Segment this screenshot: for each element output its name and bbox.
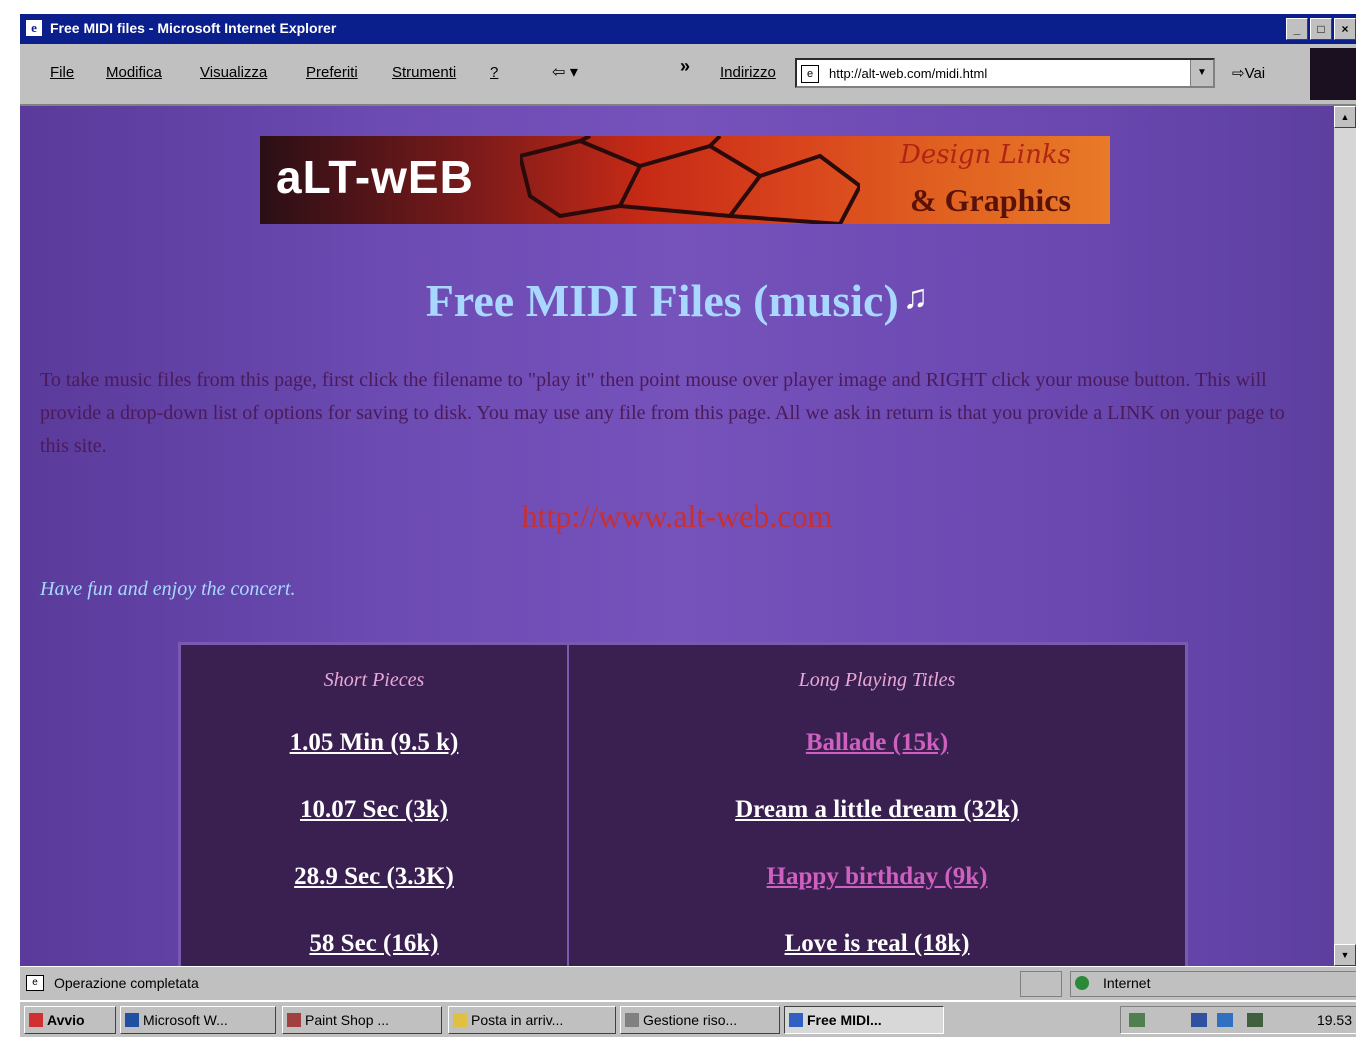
task-paint-shop[interactable]: Paint Shop ...	[282, 1006, 442, 1034]
midi-link-love[interactable]: Love is real (18k)	[569, 930, 1185, 958]
zone-text: Internet	[1103, 975, 1151, 991]
midi-link-short-4[interactable]: 58 Sec (16k)	[181, 930, 567, 958]
midi-link-short-3[interactable]: 28.9 Sec (3.3K)	[181, 863, 567, 891]
intro-paragraph: To take music files from this page, firs…	[40, 369, 1285, 457]
address-label: Indirizzo	[720, 64, 776, 81]
status-text: Operazione completata	[54, 975, 199, 991]
resource-icon	[625, 1013, 639, 1027]
midi-link-birthday[interactable]: Happy birthday (9k)	[569, 863, 1185, 891]
word-icon	[125, 1013, 139, 1027]
midi-link-short-2[interactable]: 10.07 Sec (3k)	[181, 796, 567, 824]
music-note-icon: ♫	[902, 279, 929, 316]
midi-link-ballade[interactable]: Ballade (15k)	[569, 729, 1185, 757]
address-dropdown-icon[interactable]: ▼	[1190, 60, 1213, 86]
menu-modifica[interactable]: Modifica	[106, 64, 162, 81]
page-heading: Free MIDI Files (music) ♫	[20, 274, 1334, 327]
start-label: Avvio	[47, 1012, 85, 1028]
task-free-midi[interactable]: Free MIDI...	[784, 1006, 944, 1034]
toolbar-chevron-icon[interactable]: »	[680, 56, 690, 77]
banner-logo: aLT-wEB	[276, 151, 474, 203]
page-icon: e	[801, 65, 819, 83]
menu-preferiti[interactable]: Preferiti	[306, 64, 358, 81]
menu-file[interactable]: File	[50, 64, 74, 81]
long-titles-header: Long Playing Titles	[798, 669, 956, 691]
window-controls: _ □ ×	[1286, 18, 1356, 40]
task-resource-manager[interactable]: Gestione riso...	[620, 1006, 780, 1034]
page-content: aLT-wEB Design Links & Graphics Free MID…	[20, 106, 1334, 966]
banner-script: Design Links	[900, 140, 1071, 170]
midi-files-table: Short Pieces 1.05 Min (9.5 k) 10.07 Sec …	[178, 642, 1188, 966]
address-field[interactable]: e http://alt-web.com/midi.html ▼	[795, 58, 1215, 88]
menu-help[interactable]: ?	[490, 64, 498, 81]
back-button[interactable]: ⇦ ▾	[552, 62, 578, 82]
security-zone: Internet	[1070, 971, 1356, 997]
system-tray: 19.53	[1120, 1006, 1356, 1034]
task-label: Paint Shop ...	[305, 1012, 390, 1028]
minimize-button[interactable]: _	[1286, 18, 1308, 40]
task-inbox[interactable]: Posta in arriv...	[448, 1006, 616, 1034]
ie-throbber-logo	[1310, 48, 1356, 100]
midi-link-dream[interactable]: Dream a little dream (32k)	[569, 796, 1185, 824]
tray-network-icon[interactable]	[1129, 1013, 1145, 1027]
task-label: Microsoft W...	[143, 1012, 228, 1028]
site-link[interactable]: http://www.alt-web.com	[20, 498, 1334, 535]
banner-cell-pattern	[520, 136, 860, 224]
inbox-icon	[453, 1013, 467, 1027]
midi-link-short-1[interactable]: 1.05 Min (9.5 k)	[181, 729, 567, 757]
menu-strumenti[interactable]: Strumenti	[392, 64, 456, 81]
menu-visualizza[interactable]: Visualizza	[200, 64, 267, 81]
page-heading-text: Free MIDI Files (music)	[425, 275, 899, 326]
clock[interactable]: 19.53	[1317, 1012, 1352, 1028]
task-label: Free MIDI...	[807, 1012, 882, 1028]
title-bar[interactable]: e Free MIDI files - Microsoft Internet E…	[20, 14, 1356, 44]
vertical-scrollbar[interactable]: ▲ ▼	[1334, 106, 1356, 966]
paint-shop-icon	[287, 1013, 301, 1027]
menu-and-address-bar: File Modifica Visualizza Preferiti Strum…	[20, 44, 1356, 106]
taskbar: Avvio Microsoft W... Paint Shop ... Post…	[20, 1000, 1356, 1037]
status-page-icon: e	[26, 975, 44, 991]
window-title: Free MIDI files - Microsoft Internet Exp…	[50, 20, 337, 36]
tray-app-icon[interactable]	[1191, 1013, 1207, 1027]
maximize-button[interactable]: □	[1310, 18, 1332, 40]
task-label: Posta in arriv...	[471, 1012, 564, 1028]
close-button[interactable]: ×	[1334, 18, 1356, 40]
tray-monitor-icon[interactable]	[1217, 1013, 1233, 1027]
task-word[interactable]: Microsoft W...	[120, 1006, 276, 1034]
task-label: Gestione riso...	[643, 1012, 738, 1028]
short-pieces-header: Short Pieces	[323, 669, 425, 691]
windows-logo-icon	[29, 1013, 43, 1027]
scroll-up-icon[interactable]: ▲	[1334, 106, 1356, 128]
tray-volume-icon[interactable]	[1247, 1013, 1263, 1027]
address-url[interactable]: http://alt-web.com/midi.html	[829, 66, 987, 81]
globe-icon	[1075, 976, 1089, 990]
status-bar: e Operazione completata Internet	[20, 966, 1356, 999]
start-button[interactable]: Avvio	[24, 1006, 116, 1034]
ie-task-icon	[789, 1013, 803, 1027]
go-button[interactable]: ⇨Vai	[1232, 64, 1265, 82]
enjoy-text: Have fun and enjoy the concert.	[40, 578, 296, 600]
scroll-down-icon[interactable]: ▼	[1334, 944, 1356, 966]
alt-web-banner[interactable]: aLT-wEB Design Links & Graphics	[260, 136, 1110, 224]
status-pane	[1020, 971, 1062, 997]
ie-icon: e	[26, 20, 42, 36]
banner-graphics: & Graphics	[910, 182, 1071, 218]
browser-window: e Free MIDI files - Microsoft Internet E…	[20, 14, 1356, 1037]
